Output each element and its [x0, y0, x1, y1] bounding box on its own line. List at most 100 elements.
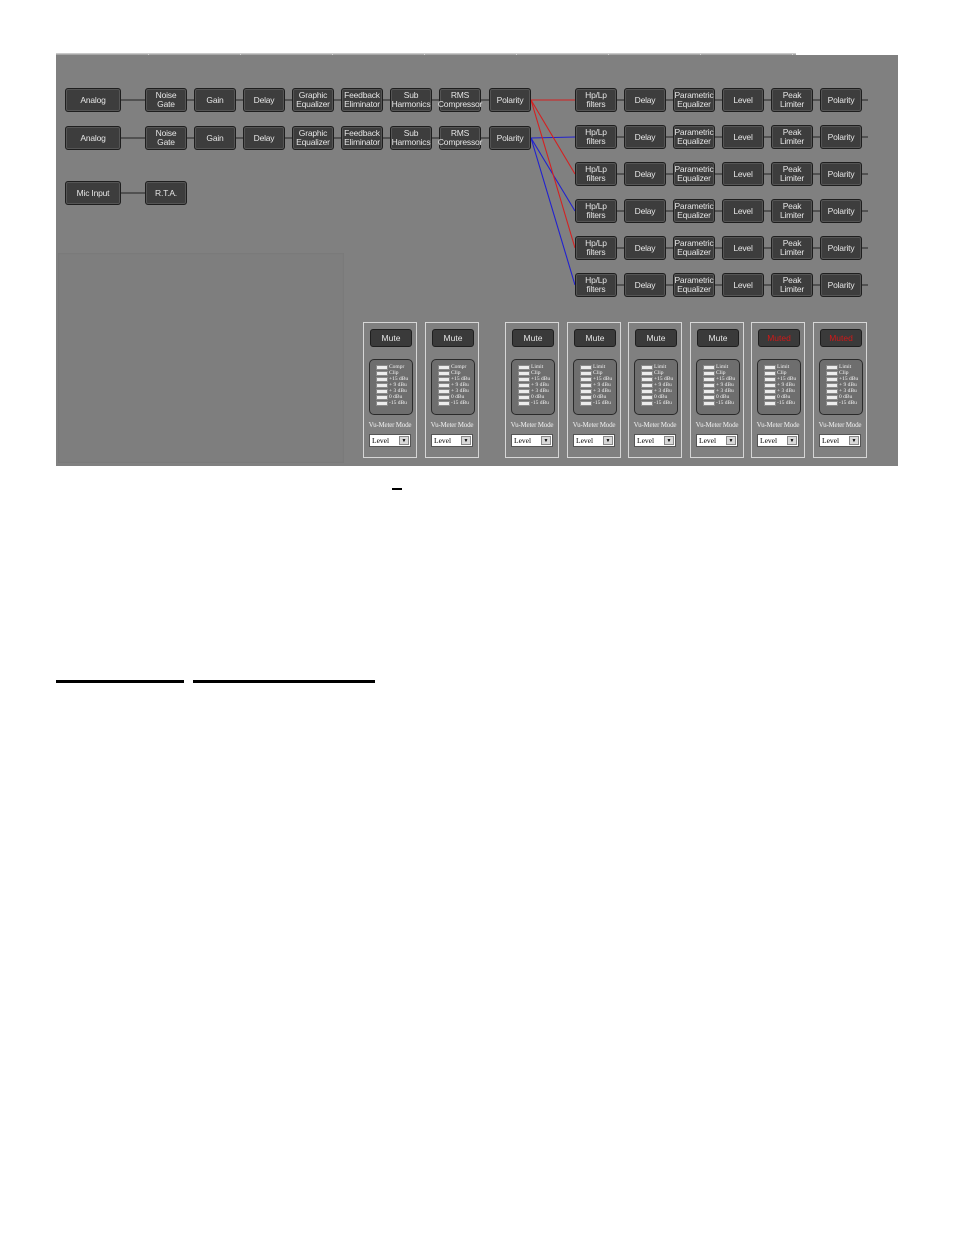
mute-button[interactable]: Mute — [574, 329, 616, 347]
mute-button[interactable]: Muted — [820, 329, 862, 347]
vu-meter-mode-label: Vu-Meter Mode — [510, 421, 554, 429]
block-sub-harmonics-in2[interactable]: Sub Harmonics — [390, 126, 432, 150]
empty-panel-region — [58, 253, 344, 463]
block-sub-harmonics-in1[interactable]: Sub Harmonics — [390, 88, 432, 112]
block-level-out6[interactable]: Level — [722, 273, 764, 297]
block-parametric-equalizer-out5[interactable]: Parametric Equalizer — [673, 236, 715, 260]
block-rms-compressor-in1[interactable]: RMS Compressor — [438, 88, 482, 112]
block-parametric-equalizer-out4[interactable]: Parametric Equalizer — [673, 199, 715, 223]
vu-meter-mode-select[interactable]: Level ▼ — [696, 434, 738, 447]
meter-led — [580, 401, 592, 406]
meter-led — [580, 383, 592, 388]
selected-value: Level — [434, 436, 452, 445]
block-polarity-out2[interactable]: Polarity — [820, 125, 862, 149]
block-polarity-out3[interactable]: Polarity — [820, 162, 862, 186]
mute-button[interactable]: Muted — [758, 329, 800, 347]
block-parametric-equalizer-out6[interactable]: Parametric Equalizer — [673, 273, 715, 297]
vu-meter-mode-select[interactable]: Level ▼ — [573, 434, 615, 447]
meter-led — [518, 395, 530, 400]
block-parametric-equalizer-out1[interactable]: Parametric Equalizer — [673, 88, 715, 112]
block-peak-limiter-out1[interactable]: Peak Limiter — [771, 88, 813, 112]
mic-input-source[interactable]: Mic Input — [65, 181, 121, 205]
meter-led — [703, 389, 715, 394]
dropdown-arrow-icon[interactable]: ▼ — [849, 436, 859, 445]
block-hp-lp-filters-out4[interactable]: Hp/Lp filters — [575, 199, 617, 223]
dropdown-arrow-icon[interactable]: ▼ — [399, 436, 409, 445]
block-hp-lp-filters-out1[interactable]: Hp/Lp filters — [575, 88, 617, 112]
block-noise-gate-in2[interactable]: Noise Gate — [145, 126, 187, 150]
meter-led — [376, 395, 388, 400]
block-label: Gain — [206, 132, 224, 143]
meter-led — [703, 395, 715, 400]
block-peak-limiter-out3[interactable]: Peak Limiter — [771, 162, 813, 186]
vu-meter-mode-select[interactable]: Level ▼ — [369, 434, 411, 447]
input-source-analog-1[interactable]: Analog — [65, 88, 121, 112]
block-rms-compressor-in2[interactable]: RMS Compressor — [438, 126, 482, 150]
block-delay-out1[interactable]: Delay — [624, 88, 666, 112]
block-parametric-equalizer-out3[interactable]: Parametric Equalizer — [673, 162, 715, 186]
block-feedback-eliminator-in2[interactable]: Feedback Eliminator — [341, 126, 383, 150]
vu-meter-mode-select[interactable]: Level ▼ — [757, 434, 799, 447]
mute-button[interactable]: Mute — [635, 329, 677, 347]
block-label: Harmonics — [391, 137, 431, 147]
block-level-out1[interactable]: Level — [722, 88, 764, 112]
block-polarity-out5[interactable]: Polarity — [820, 236, 862, 260]
block-feedback-eliminator-in1[interactable]: Feedback Eliminator — [341, 88, 383, 112]
block-peak-limiter-out4[interactable]: Peak Limiter — [771, 199, 813, 223]
block-label: Delay — [253, 94, 275, 105]
dropdown-arrow-icon[interactable]: ▼ — [541, 436, 551, 445]
meter-strip-out5: Muted Limit Clip +15 dBu + 9 dBu + 3 dBu 0 dBu… — [751, 322, 805, 458]
block-label: Polarity — [827, 168, 855, 179]
block-peak-limiter-out5[interactable]: Peak Limiter — [771, 236, 813, 260]
block-polarity-out4[interactable]: Polarity — [820, 199, 862, 223]
block-delay-in2[interactable]: Delay — [243, 126, 285, 150]
mute-button[interactable]: Mute — [432, 329, 474, 347]
dropdown-arrow-icon[interactable]: ▼ — [726, 436, 736, 445]
block-peak-limiter-out2[interactable]: Peak Limiter — [771, 125, 813, 149]
vu-meter-mode-select[interactable]: Level ▼ — [634, 434, 676, 447]
vu-meter-mode-select[interactable]: Level ▼ — [431, 434, 473, 447]
block-level-out5[interactable]: Level — [722, 236, 764, 260]
dropdown-arrow-icon[interactable]: ▼ — [603, 436, 613, 445]
block-delay-out4[interactable]: Delay — [624, 199, 666, 223]
block-polarity-out1[interactable]: Polarity — [820, 88, 862, 112]
block-noise-gate-in1[interactable]: Noise Gate — [145, 88, 187, 112]
block-hp-lp-filters-out3[interactable]: Hp/Lp filters — [575, 162, 617, 186]
mute-button[interactable]: Mute — [512, 329, 554, 347]
block-delay-out3[interactable]: Delay — [624, 162, 666, 186]
block-hp-lp-filters-out6[interactable]: Hp/Lp filters — [575, 273, 617, 297]
block-polarity-in2[interactable]: Polarity — [489, 126, 531, 150]
vu-meter-mode-select[interactable]: Level ▼ — [819, 434, 861, 447]
block-gain-in1[interactable]: Gain — [194, 88, 236, 112]
vu-meter-mode-select[interactable]: Level ▼ — [511, 434, 553, 447]
input-source-analog-2[interactable]: Analog — [65, 126, 121, 150]
block-label: Limiter — [779, 136, 805, 146]
block-polarity-in1[interactable]: Polarity — [489, 88, 531, 112]
block-peak-limiter-out6[interactable]: Peak Limiter — [771, 273, 813, 297]
block-polarity-out6[interactable]: Polarity — [820, 273, 862, 297]
block-label: Eliminator — [344, 137, 380, 147]
meter-led — [826, 383, 838, 388]
meter-leds — [764, 365, 776, 407]
dropdown-arrow-icon[interactable]: ▼ — [787, 436, 797, 445]
block-hp-lp-filters-out5[interactable]: Hp/Lp filters — [575, 236, 617, 260]
block-level-out3[interactable]: Level — [722, 162, 764, 186]
block-delay-out2[interactable]: Delay — [624, 125, 666, 149]
block-delay-out6[interactable]: Delay — [624, 273, 666, 297]
block-parametric-equalizer-out2[interactable]: Parametric Equalizer — [673, 125, 715, 149]
mute-button[interactable]: Mute — [697, 329, 739, 347]
block-delay-out5[interactable]: Delay — [624, 236, 666, 260]
block-level-out4[interactable]: Level — [722, 199, 764, 223]
dropdown-arrow-icon[interactable]: ▼ — [461, 436, 471, 445]
block-delay-in1[interactable]: Delay — [243, 88, 285, 112]
block-gain-in2[interactable]: Gain — [194, 126, 236, 150]
block-hp-lp-filters-out2[interactable]: Hp/Lp filters — [575, 125, 617, 149]
block-rta[interactable]: R.T.A. — [145, 181, 187, 205]
block-level-out2[interactable]: Level — [722, 125, 764, 149]
block-graphic-equalizer-in1[interactable]: Graphic Equalizer — [292, 88, 334, 112]
block-graphic-equalizer-in2[interactable]: Graphic Equalizer — [292, 126, 334, 150]
mute-button[interactable]: Mute — [370, 329, 412, 347]
block-label: R.T.A. — [155, 187, 177, 198]
dropdown-arrow-icon[interactable]: ▼ — [664, 436, 674, 445]
meter-led — [438, 365, 450, 370]
